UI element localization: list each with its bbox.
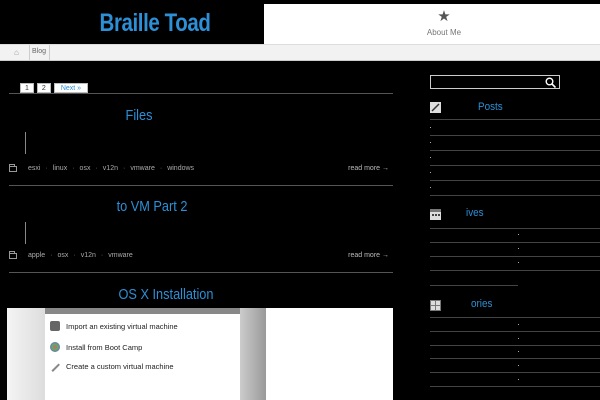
tag-link[interactable]: vmware	[130, 165, 155, 172]
divider	[9, 185, 393, 186]
widget-title-posts: Posts	[478, 101, 503, 113]
widget-title-archives: ives	[466, 207, 484, 219]
tag-link[interactable]: osx	[80, 165, 91, 172]
breadcrumb-divider	[24, 45, 30, 60]
search-icon[interactable]	[545, 77, 556, 88]
pencil-icon	[50, 361, 60, 372]
star-icon: ★	[437, 8, 451, 25]
screenshot-option: Import an existing virtual machine	[50, 321, 178, 331]
tag-link[interactable]: v12n	[103, 165, 118, 172]
folder-icon	[9, 250, 17, 259]
breadcrumb: ⌂ Blog	[0, 44, 600, 61]
search-input[interactable]	[430, 75, 560, 89]
sidebar: Posts ives ories	[400, 61, 600, 400]
nav-about-me[interactable]: ★ About Me	[421, 8, 467, 38]
tag-link[interactable]: esxi	[28, 165, 40, 172]
post-tags: esxi · linux · osx · v12n · vmware · windows	[9, 163, 199, 172]
post-title[interactable]: OS X Installation	[115, 286, 217, 303]
divider	[9, 272, 393, 273]
boot-camp-icon	[50, 342, 60, 352]
tag-link[interactable]: v12n	[81, 252, 96, 259]
breadcrumb-divider	[44, 45, 50, 60]
screenshot-option: Install from Boot Camp	[50, 342, 142, 352]
home-icon[interactable]: ⌂	[14, 48, 19, 57]
widget-title-categories: ories	[471, 298, 493, 310]
calendar-icon	[430, 209, 441, 220]
read-more-link[interactable]: read more →	[348, 252, 389, 259]
screenshot-option: Create a custom virtual machine	[50, 361, 174, 372]
page-link-1[interactable]: 1	[20, 83, 34, 93]
read-more-link[interactable]: read more →	[348, 165, 389, 172]
post-title[interactable]: to VM Part 2	[110, 198, 195, 215]
post-title[interactable]: Files	[106, 107, 172, 124]
tag-link[interactable]: windows	[167, 165, 194, 172]
grid-icon	[430, 300, 441, 311]
pencil-icon	[430, 102, 441, 113]
post-excerpt-marker	[25, 222, 26, 244]
tag-link[interactable]: vmware	[108, 252, 133, 259]
folder-icon	[9, 163, 17, 172]
divider	[9, 93, 393, 94]
page-link-2[interactable]: 2	[36, 83, 51, 93]
tag-link[interactable]: osx	[57, 252, 68, 259]
tag-link[interactable]: apple	[28, 252, 45, 259]
post-excerpt-marker	[25, 132, 26, 154]
next-page-link[interactable]: Next »	[53, 83, 89, 93]
top-navigation: ★ About Me	[264, 4, 600, 44]
main-content: 1 2 Next » Files esxi · linux · osx · v12n ·…	[0, 61, 400, 400]
post-tags: apple · osx · v12n · vmware	[9, 250, 138, 259]
tag-link[interactable]: linux	[53, 165, 67, 172]
site-title[interactable]: Braille Toad	[27, 0, 245, 44]
nav-about-label: About Me	[426, 28, 462, 37]
virtual-machine-icon	[50, 321, 60, 331]
pagination: 1 2 Next »	[20, 83, 89, 93]
post-image: Import an existing virtual machine Insta…	[7, 308, 393, 400]
